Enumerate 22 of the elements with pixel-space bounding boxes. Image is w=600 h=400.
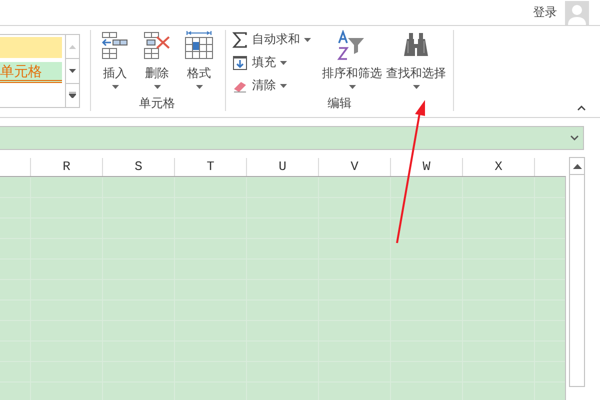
expand-icon[interactable] xyxy=(570,135,579,141)
scroll-down-icon[interactable] xyxy=(69,68,76,73)
collapse-ribbon-icon[interactable] xyxy=(577,105,586,111)
scroll-up-icon[interactable] xyxy=(572,164,582,168)
cell-grid[interactable] xyxy=(0,176,566,400)
format-cells-icon xyxy=(183,30,215,62)
sign-in-link[interactable]: 登录 xyxy=(533,4,557,21)
ribbon-button[interactable]: 自动求和 xyxy=(232,30,311,49)
sigma-icon xyxy=(232,32,248,48)
ribbon-button[interactable]: 清除 xyxy=(232,76,311,95)
style-swatch[interactable] xyxy=(0,37,62,58)
ribbon-button[interactable]: 删除 xyxy=(137,30,177,95)
group-label: 单元格 xyxy=(138,95,176,111)
fill-down-icon xyxy=(232,54,248,70)
ribbon-button[interactable]: 格式 xyxy=(179,30,219,95)
ribbon-button[interactable]: 排序和筛选 xyxy=(321,30,383,95)
group-label: 编辑 xyxy=(326,95,352,111)
ribbon-button[interactable]: 查找和选择 xyxy=(385,30,447,95)
more-styles-icon[interactable] xyxy=(69,92,76,98)
ribbon-button[interactable]: 填充 xyxy=(232,53,311,72)
vertical-scrollbar[interactable] xyxy=(569,157,585,387)
ribbon-button[interactable]: 插入 xyxy=(95,30,135,95)
